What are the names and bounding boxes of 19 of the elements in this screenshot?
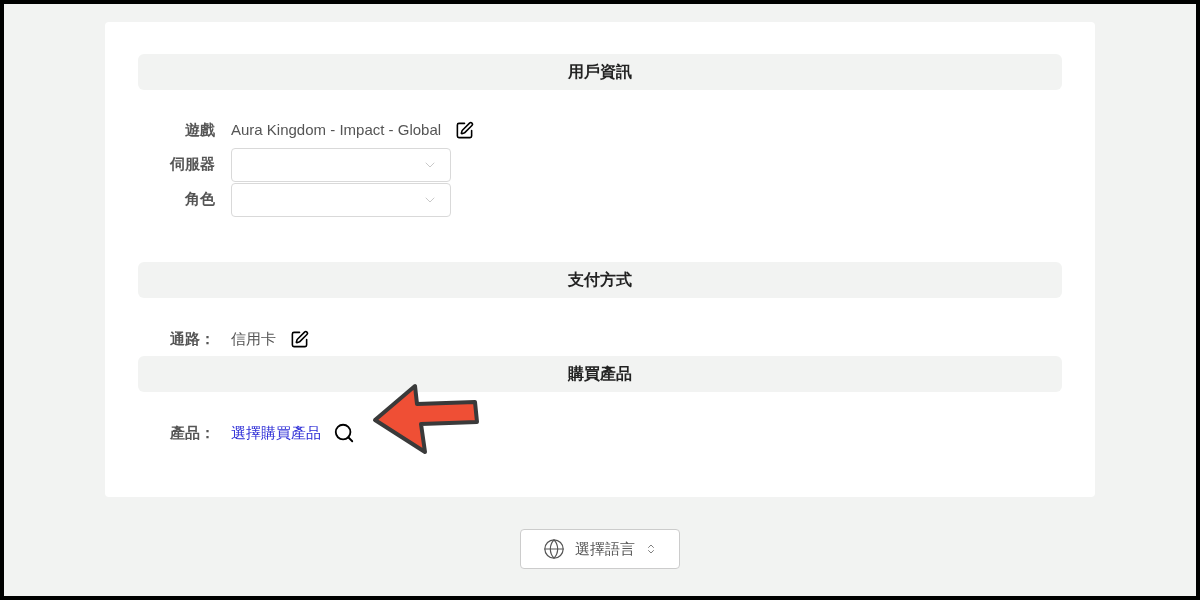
field-label: 角色 — [184, 189, 215, 210]
up-down-icon — [645, 543, 657, 555]
section-header: 購買產品 — [138, 356, 1062, 392]
field-label: 遊戲 — [184, 119, 215, 140]
select-field[interactable] — [231, 182, 451, 217]
field-label: 產品： — [169, 422, 215, 443]
select-product-link[interactable]: 選擇購買產品 — [231, 421, 321, 445]
section-header: 用戶資訊 — [138, 54, 1062, 90]
section-header: 支付方式 — [138, 262, 1062, 298]
field-value: Aura Kingdom - Impact - Global — [231, 119, 442, 140]
language-select-button[interactable]: 選擇語言 — [520, 529, 680, 569]
field-value: 信用卡 — [231, 328, 276, 349]
edit-icon[interactable] — [455, 120, 475, 140]
edit-icon[interactable] — [290, 329, 309, 349]
field-label: 通路： — [169, 328, 215, 349]
globe-icon — [543, 538, 565, 560]
search-icon[interactable] — [333, 422, 355, 444]
field-label: 伺服器 — [168, 154, 215, 175]
select-field[interactable] — [231, 147, 451, 182]
